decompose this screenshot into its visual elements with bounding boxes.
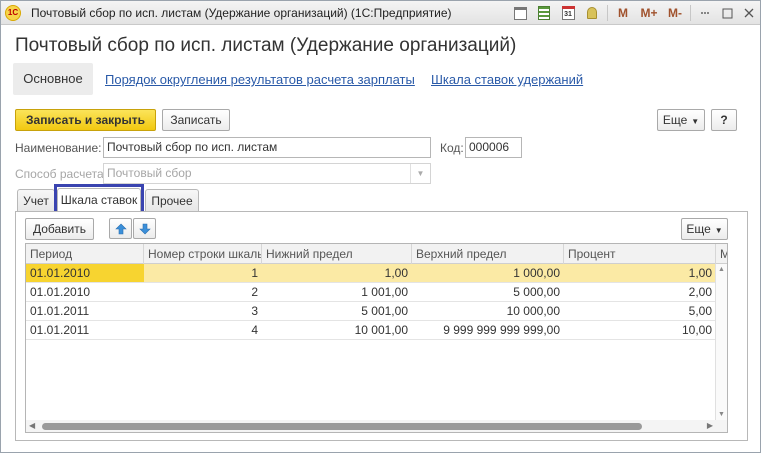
- calc-method-value: Почтовый сбор: [107, 166, 192, 180]
- 1c-logo-icon[interactable]: 1С: [5, 5, 21, 21]
- cell-row-number[interactable]: 1: [144, 264, 262, 282]
- cell-percent[interactable]: 10,00: [564, 321, 716, 339]
- restore-window-icon[interactable]: [716, 3, 738, 23]
- arrow-up-icon: [114, 223, 127, 234]
- name-label: Наименование:: [15, 141, 102, 155]
- cell-percent[interactable]: 1,00: [564, 264, 716, 282]
- move-up-button[interactable]: [109, 218, 132, 239]
- cell-row-number[interactable]: 4: [144, 321, 262, 339]
- chevron-down-icon: ▼: [410, 164, 430, 183]
- table-row[interactable]: 01.01.2011 4 10 001,00 9 999 999 999 999…: [26, 321, 727, 340]
- chevron-down-icon: ▼: [714, 226, 723, 235]
- cell-period[interactable]: 01.01.2010: [26, 283, 144, 301]
- add-row-button[interactable]: Добавить: [25, 218, 94, 240]
- col-percent-header[interactable]: Процент: [564, 244, 716, 264]
- form-title: Почтовый сбор по исп. листам (Удержание …: [15, 35, 517, 56]
- arrow-down-icon: [138, 223, 151, 234]
- tab-rate-scale[interactable]: Шкала ставок: [57, 188, 141, 212]
- cell-lower-limit[interactable]: 1 001,00: [262, 283, 412, 301]
- cell-upper-limit[interactable]: 9 999 999 999 999,00: [412, 321, 564, 339]
- chevron-down-icon: ▼: [691, 117, 700, 126]
- cell-percent[interactable]: 2,00: [564, 283, 716, 301]
- scroll-up-icon[interactable]: ▲: [718, 266, 725, 273]
- scroll-right-icon[interactable]: ▶: [707, 421, 713, 430]
- scroll-left-icon[interactable]: ◀: [29, 421, 35, 430]
- rate-scale-table[interactable]: Период Номер строки шкалы Нижний предел …: [25, 243, 728, 433]
- horizontal-scroll-thumb[interactable]: [42, 423, 642, 430]
- more-button[interactable]: Еще ▼: [657, 109, 705, 131]
- cell-lower-limit[interactable]: 5 001,00: [262, 302, 412, 320]
- calendar-icon[interactable]: 31: [558, 3, 578, 23]
- calculator-icon[interactable]: [534, 3, 554, 23]
- cell-row-number[interactable]: 2: [144, 283, 262, 301]
- cell-period[interactable]: 01.01.2011: [26, 321, 144, 339]
- code-input[interactable]: 000006: [465, 137, 522, 158]
- cell-lower-limit[interactable]: 10 001,00: [262, 321, 412, 339]
- code-label: Код:: [440, 141, 464, 155]
- vertical-scrollbar[interactable]: ▲ ▼: [715, 264, 727, 432]
- cell-upper-limit[interactable]: 5 000,00: [412, 283, 564, 301]
- calc-method-label: Способ расчета:: [15, 167, 107, 181]
- tab-other[interactable]: Прочее: [145, 189, 199, 212]
- nav-main-section[interactable]: Основное: [13, 63, 93, 95]
- toolbar-separator: [607, 5, 608, 21]
- memory-m-minus-button[interactable]: M-: [665, 3, 685, 23]
- save-button[interactable]: Записать: [162, 109, 230, 131]
- close-icon[interactable]: [738, 3, 760, 23]
- col-lower-limit-header[interactable]: Нижний предел: [262, 244, 412, 264]
- table-row[interactable]: 01.01.2010 2 1 001,00 5 000,00 2,00: [26, 283, 727, 302]
- cell-upper-limit[interactable]: 1 000,00: [412, 264, 564, 282]
- calc-method-select: Почтовый сбор ▼: [103, 163, 431, 184]
- cell-percent[interactable]: 5,00: [564, 302, 716, 320]
- table-more-label: Еще: [686, 222, 711, 236]
- cell-lower-limit[interactable]: 1,00: [262, 264, 412, 282]
- cell-row-number[interactable]: 3: [144, 302, 262, 320]
- table-more-button[interactable]: Еще ▼: [681, 218, 728, 240]
- more-button-label: Еще: [662, 113, 688, 127]
- save-and-close-button[interactable]: Записать и закрыть: [15, 109, 156, 131]
- cell-upper-limit[interactable]: 10 000,00: [412, 302, 564, 320]
- window-title: Почтовый сбор по исп. листам (Удержание …: [31, 6, 452, 20]
- move-down-button[interactable]: [133, 218, 156, 239]
- memory-m-button[interactable]: M: [613, 3, 633, 23]
- scroll-down-icon[interactable]: ▼: [718, 411, 725, 418]
- horizontal-scrollbar[interactable]: ◀ ▶: [26, 420, 727, 432]
- col-upper-limit-header[interactable]: Верхний предел: [412, 244, 564, 264]
- nav-link-rate-scale[interactable]: Шкала ставок удержаний: [431, 72, 583, 87]
- menu-icon[interactable]: [694, 3, 716, 23]
- help-button[interactable]: ?: [711, 109, 737, 131]
- title-bar: 1С Почтовый сбор по исп. листам (Удержан…: [1, 1, 760, 25]
- col-period-header[interactable]: Период: [26, 244, 144, 264]
- col-extra-header[interactable]: М: [716, 244, 727, 264]
- table-row[interactable]: 01.01.2010 1 1,00 1 000,00 1,00: [26, 264, 727, 283]
- title-toolbar: 31 M M+ M-: [508, 3, 760, 23]
- table-header: Период Номер строки шкалы Нижний предел …: [26, 244, 727, 264]
- memory-m-plus-button[interactable]: M+: [637, 3, 661, 23]
- save-doc-icon[interactable]: [510, 3, 530, 23]
- nav-link-rounding[interactable]: Порядок округления результатов расчета з…: [105, 72, 415, 87]
- cell-period[interactable]: 01.01.2010: [26, 264, 144, 282]
- bell-icon[interactable]: [582, 3, 602, 23]
- name-input[interactable]: Почтовый сбор по исп. листам: [103, 137, 431, 158]
- tab-accounting[interactable]: Учет: [17, 189, 55, 212]
- app-window: 1С Почтовый сбор по исп. листам (Удержан…: [0, 0, 761, 453]
- table-row[interactable]: 01.01.2011 3 5 001,00 10 000,00 5,00: [26, 302, 727, 321]
- toolbar-separator: [690, 5, 691, 21]
- col-row-number-header[interactable]: Номер строки шкалы: [144, 244, 262, 264]
- cell-period[interactable]: 01.01.2011: [26, 302, 144, 320]
